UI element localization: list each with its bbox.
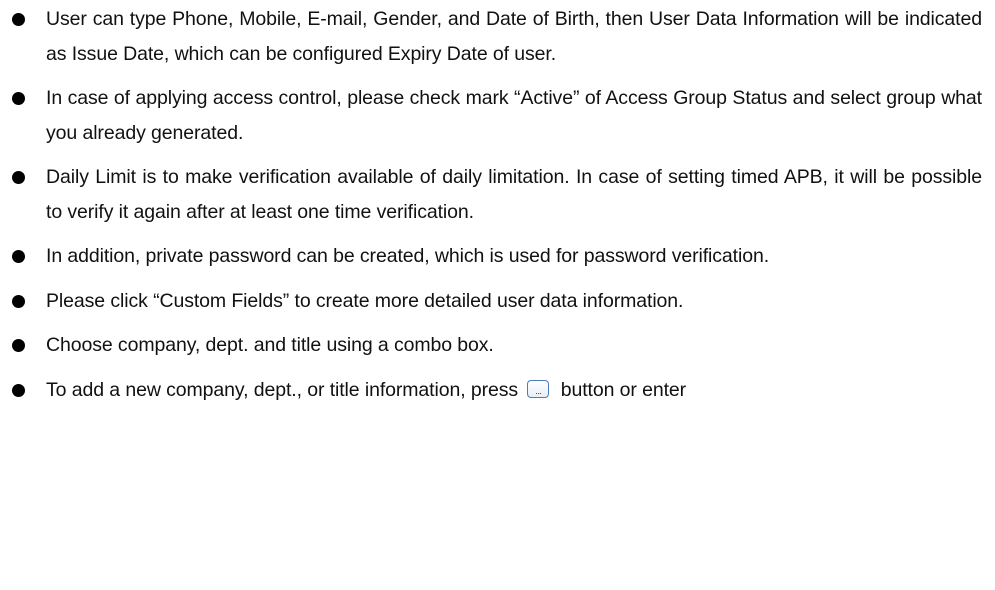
- bullet-icon: [12, 339, 25, 352]
- bullet-text: Daily Limit is to make verification avai…: [46, 166, 982, 223]
- list-item: Choose company, dept. and title using a …: [12, 328, 982, 363]
- bullet-text: Please click “Custom Fields” to create m…: [46, 289, 684, 312]
- bullet-icon: [12, 92, 25, 105]
- list-item: In addition, private password can be cre…: [12, 239, 982, 274]
- bullet-icon: [12, 13, 25, 26]
- bullet-text: In addition, private password can be cre…: [46, 245, 770, 267]
- bullet-text-after: button or enter: [560, 378, 687, 401]
- bullet-text-before: To add a new company, dept., or title in…: [46, 378, 519, 401]
- bullet-text: In case of applying access control, plea…: [46, 87, 982, 144]
- list-item: In case of applying access control, plea…: [12, 81, 982, 150]
- ellipsis-button-icon: ...: [527, 379, 550, 398]
- bullet-text: User can type Phone, Mobile, E-mail, Gen…: [46, 8, 982, 65]
- bullet-icon: [12, 171, 25, 184]
- bullet-icon: [12, 250, 25, 263]
- list-item: To add a new company, dept., or title in…: [12, 373, 982, 408]
- bullet-text: Choose company, dept. and title using a …: [46, 334, 494, 356]
- list-item: Daily Limit is to make verification avai…: [12, 160, 982, 229]
- bullet-icon: [12, 383, 25, 397]
- bullet-list: User can type Phone, Mobile, E-mail, Gen…: [12, 2, 982, 417]
- document-page: User can type Phone, Mobile, E-mail, Gen…: [0, 0, 995, 590]
- list-item: Please click “Custom Fields” to create m…: [12, 284, 982, 319]
- list-item: User can type Phone, Mobile, E-mail, Gen…: [12, 2, 982, 71]
- bullet-icon: [12, 294, 25, 308]
- ellipsis-label: ...: [535, 385, 542, 396]
